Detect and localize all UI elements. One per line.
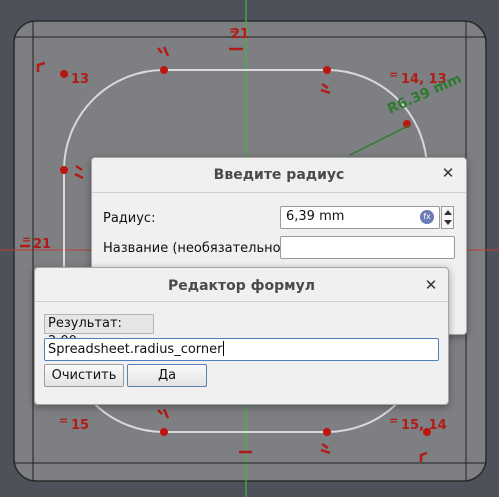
dim-bottom-left[interactable]: 15 (71, 418, 89, 433)
clear-button[interactable]: Очистить (44, 364, 124, 387)
dim-bottom-right[interactable]: 15, 14 (401, 418, 447, 433)
formula-editor-titlebar[interactable]: Редактор формул ✕ (35, 268, 448, 302)
equal-constraint-top-left: = (60, 68, 70, 81)
expression-input[interactable]: Spreadsheet.radius_corner (44, 338, 439, 361)
dim-top-left[interactable]: 13 (71, 72, 89, 87)
fx-formula-icon[interactable]: fx (420, 210, 434, 224)
formula-editor-dialog: Редактор формул ✕ Результат: 2,00 Spread… (34, 267, 449, 405)
dim-left-middle[interactable]: 21 (33, 237, 51, 252)
spin-down-icon[interactable] (444, 220, 452, 225)
spin-up-icon[interactable] (444, 210, 452, 215)
text-cursor (222, 341, 224, 356)
result-display: Результат: 2,00 (44, 314, 154, 349)
formula-editor-title: Редактор формул (168, 278, 315, 294)
radius-value: 6,39 mm (286, 209, 345, 224)
equal-constraint-bottom-left: = (59, 414, 69, 427)
radius-dialog-title: Введите радиус (213, 167, 345, 183)
equal-constraint-bottom-right: = (389, 414, 399, 427)
ok-button[interactable]: Да (127, 364, 207, 387)
radius-input[interactable]: 6,39 mm fx (280, 206, 440, 229)
equal-constraint-left: = (22, 233, 32, 246)
radius-label: Радиус: (103, 211, 156, 226)
name-label: Название (необязательно) (103, 241, 286, 256)
close-icon[interactable]: ✕ (440, 165, 456, 181)
equal-constraint-top-right: = (389, 68, 399, 81)
expression-value: Spreadsheet.radius_corner (48, 342, 223, 357)
equal-constraint-top: = (229, 24, 239, 37)
name-input[interactable] (280, 236, 455, 259)
radius-spinbox[interactable] (441, 206, 454, 229)
radius-dialog-titlebar[interactable]: Введите радиус ✕ (92, 158, 466, 193)
close-icon[interactable]: ✕ (423, 277, 439, 293)
